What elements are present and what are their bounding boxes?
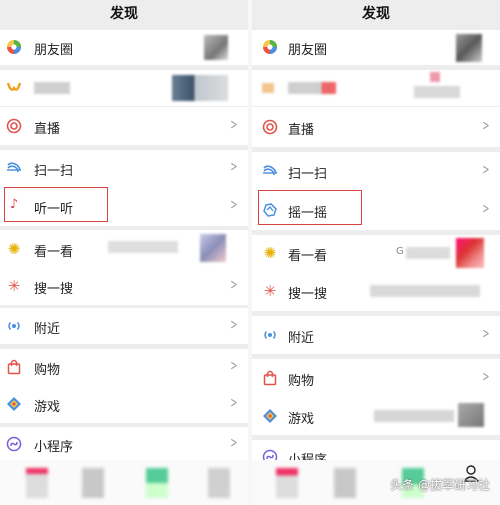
menu-item-label: 看一看 — [34, 245, 74, 260]
top-stories-preview-thumbnail — [456, 238, 484, 268]
menu-item-label: 扫一扫 — [288, 167, 328, 182]
nearby-icon — [262, 327, 278, 343]
moments-preview-thumbnail — [204, 35, 228, 60]
games-icon — [6, 396, 22, 412]
chevron-right-icon: > — [482, 201, 490, 217]
left-discover-screen: 发现 朋友圈 直播 > 扫一扫 > ♪ 听一听 > ✺ 看一看 ✳ 搜一搜 > … — [0, 0, 248, 505]
chevron-right-icon: > — [482, 162, 490, 178]
menu-item-live[interactable]: 直播 > — [0, 107, 248, 145]
highlight-box — [4, 187, 108, 222]
menu-item-label: 搜一搜 — [288, 287, 328, 302]
menu-item-search[interactable]: ✳ 搜一搜 > — [0, 268, 248, 305]
menu-item-label: 直播 — [288, 123, 315, 138]
chevron-right-icon: > — [230, 395, 238, 411]
top-stories-icon: ✺ — [263, 244, 277, 262]
chats-tab-icon[interactable] — [26, 468, 48, 498]
games-icon — [262, 408, 278, 424]
search-hint-text — [370, 285, 480, 297]
page-title: 发现 — [110, 6, 138, 22]
menu-item-label: 小程序 — [34, 440, 74, 455]
games-preview-thumbnail — [458, 403, 484, 427]
moments-preview-thumbnail — [456, 34, 482, 62]
chevron-right-icon: > — [482, 326, 490, 342]
top-stories-preview-thumbnail — [200, 234, 226, 262]
moments-icon — [262, 39, 278, 55]
menu-item-mini-programs[interactable]: 小程序 > — [0, 427, 248, 463]
menu-item-shopping[interactable]: 购物 > — [252, 359, 500, 397]
menu-item-moments[interactable]: 朋友圈 — [252, 30, 500, 65]
search-icon: ✳ — [263, 282, 277, 300]
chevron-right-icon: > — [482, 369, 490, 385]
channels-icon — [6, 80, 22, 96]
menu-item-label: 看一看 — [288, 249, 328, 264]
me-tab-icon[interactable] — [208, 468, 230, 498]
top-stories-preview-text — [406, 247, 450, 259]
live-icon — [262, 119, 278, 135]
menu-item-channels[interactable] — [0, 70, 248, 106]
menu-item-search[interactable]: ✳ 搜一搜 — [252, 271, 500, 311]
tab-bar — [0, 460, 248, 505]
contacts-tab-icon[interactable] — [82, 468, 104, 498]
nearby-icon — [6, 318, 22, 334]
page-title: 发现 — [362, 6, 390, 22]
menu-item-top-stories[interactable]: ✺ 看一看 G — [252, 235, 500, 271]
menu-item-label: 朋友圈 — [34, 43, 74, 58]
channels-preview-thumbnail — [172, 75, 228, 101]
channels-preview-text — [414, 86, 460, 98]
menu-item-nearby[interactable]: 附近 > — [252, 316, 500, 354]
menu-item-label: 朋友圈 — [288, 43, 328, 58]
shopping-bag-icon — [262, 370, 278, 386]
right-discover-screen: 发现 朋友圈 直播 > 扫一扫 > 摇一摇 > ✺ 看一看 G ✳ 搜一搜 附近… — [252, 0, 500, 505]
chats-tab-icon[interactable] — [276, 468, 298, 498]
menu-item-scan[interactable]: 扫一扫 > — [252, 152, 500, 190]
menu-item-games[interactable]: 游戏 — [252, 397, 500, 435]
top-stories-preview-text — [108, 241, 178, 253]
mini-programs-icon — [6, 436, 22, 452]
live-icon — [6, 118, 22, 134]
top-stories-icon: ✺ — [7, 240, 21, 258]
chevron-right-icon: > — [230, 159, 238, 175]
channels-icon — [262, 83, 274, 93]
menu-item-games[interactable]: 游戏 > — [0, 385, 248, 423]
menu-item-label: 游戏 — [288, 412, 315, 427]
menu-item-nearby[interactable]: 附近 > — [0, 308, 248, 344]
menu-item-label: 购物 — [34, 363, 61, 378]
chevron-right-icon: > — [230, 317, 238, 333]
menu-item-label: 扫一扫 — [34, 164, 74, 179]
scan-icon — [6, 160, 22, 176]
menu-item-shopping[interactable]: 购物 > — [0, 349, 248, 385]
menu-item-label: 附近 — [34, 322, 61, 337]
contacts-tab-icon[interactable] — [334, 468, 356, 498]
discover-tab-icon[interactable] — [146, 468, 168, 498]
scan-icon — [262, 163, 278, 179]
menu-item-label: 附近 — [288, 331, 315, 346]
channels-label — [288, 82, 336, 94]
moments-icon — [6, 39, 22, 55]
menu-item-top-stories[interactable]: ✺ 看一看 — [0, 230, 248, 268]
menu-item-scan[interactable]: 扫一扫 > — [0, 150, 248, 187]
games-preview-text — [374, 410, 454, 422]
channels-label — [34, 82, 70, 94]
chevron-right-icon: > — [230, 358, 238, 374]
notification-dot — [430, 72, 440, 82]
menu-item-channels[interactable] — [252, 70, 500, 106]
shopping-bag-icon — [6, 359, 22, 375]
chevron-right-icon: > — [230, 197, 238, 213]
top-stories-hint: G — [396, 246, 404, 257]
menu-item-label: 购物 — [288, 374, 315, 389]
chevron-right-icon: > — [230, 277, 238, 293]
menu-item-live[interactable]: 直播 > — [252, 107, 500, 147]
menu-item-label: 直播 — [34, 122, 61, 137]
watermark: 头条 @拔萃研习社 — [390, 478, 490, 492]
highlight-box — [258, 190, 362, 225]
chevron-right-icon: > — [230, 435, 238, 451]
chevron-right-icon: > — [482, 118, 490, 134]
menu-item-label: 游戏 — [34, 400, 61, 415]
menu-item-label: 搜一搜 — [34, 282, 74, 297]
chevron-right-icon: > — [230, 117, 238, 133]
search-icon: ✳ — [7, 277, 21, 295]
menu-item-moments[interactable]: 朋友圈 — [0, 30, 248, 65]
